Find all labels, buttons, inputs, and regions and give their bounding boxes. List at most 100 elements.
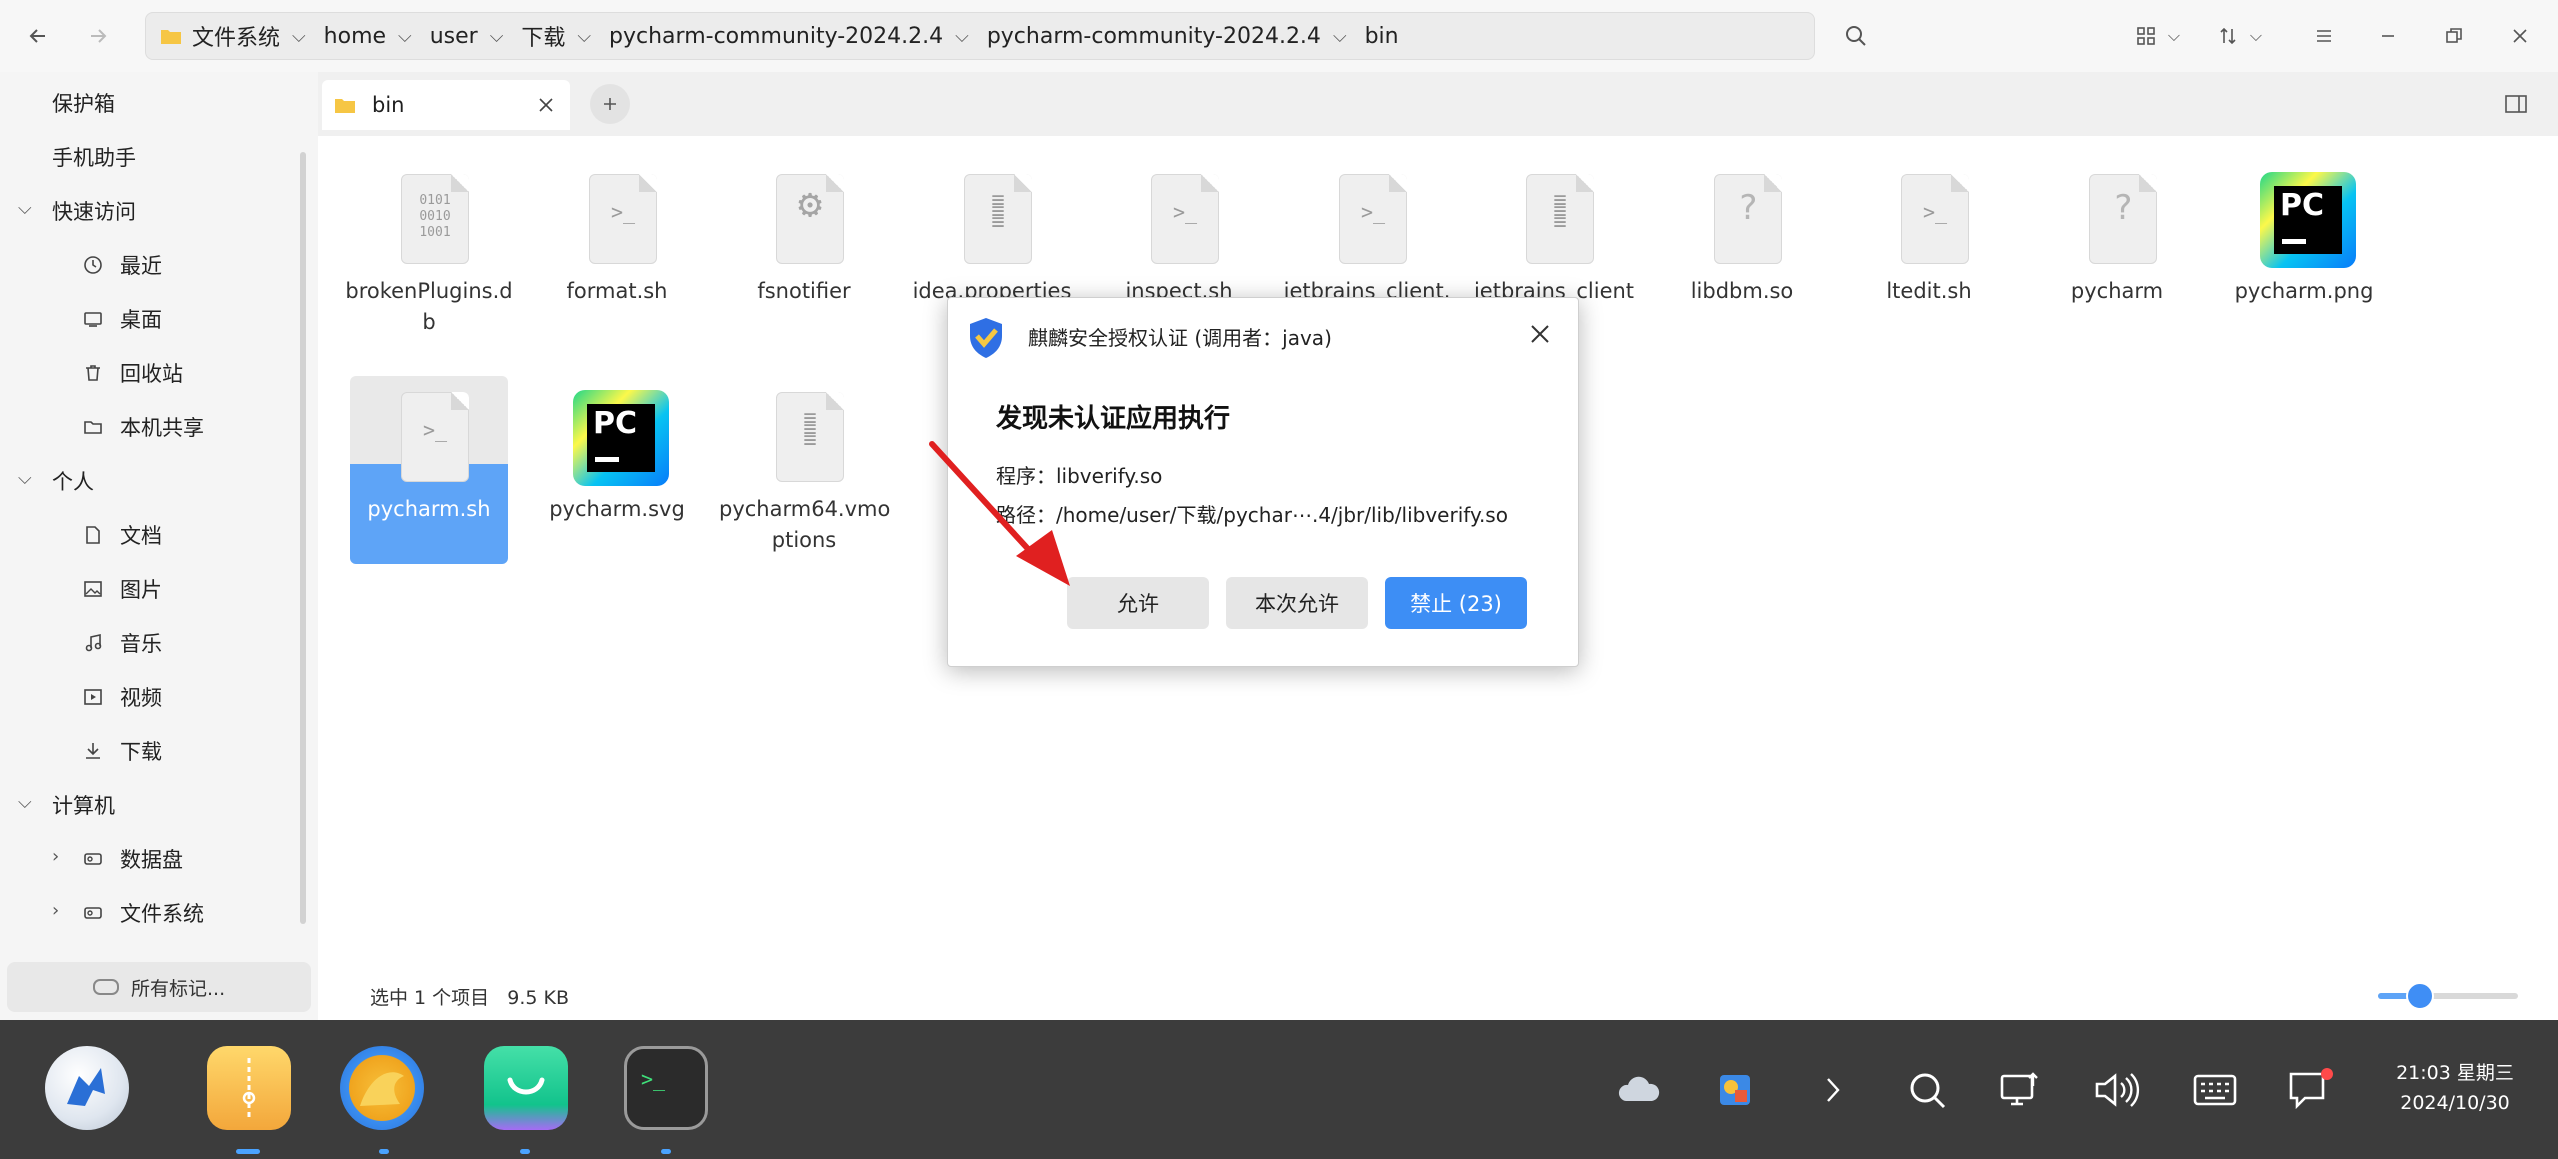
notifications-button[interactable] <box>2286 1068 2336 1110</box>
sidebar-item-shared[interactable]: 本机共享 <box>80 412 204 442</box>
view-mode-button[interactable]: ⌵ <box>2128 18 2188 54</box>
file-item[interactable]: 0101 0010 1001 brokenPlugins.d b <box>344 170 514 338</box>
start-menu-button[interactable] <box>45 1046 129 1130</box>
sidebar-item-trash[interactable]: 回收站 <box>80 358 183 388</box>
forward-button[interactable] <box>78 16 118 56</box>
sidebar-section-personal[interactable]: 个人 <box>52 466 94 496</box>
file-item[interactable]: PC pycharm.png <box>2219 170 2389 307</box>
allow-once-button[interactable]: 本次允许 <box>1226 577 1368 629</box>
disk-icon <box>80 900 106 926</box>
breadcrumb-item-pycharm-1[interactable]: pycharm-community-2024.2.4 ⌵ <box>609 24 969 49</box>
minimize-button[interactable] <box>2368 16 2408 56</box>
chevron-down-icon: ⌵ <box>1332 25 1347 47</box>
file-item[interactable]: >_ jetbrains_client. <box>1282 170 1452 307</box>
breadcrumb-item-home[interactable]: home ⌵ <box>324 24 412 49</box>
breadcrumb-item-downloads[interactable]: 下载 ⌵ <box>521 20 591 52</box>
breadcrumb-item-filesystem[interactable]: 文件系统 ⌵ <box>160 20 306 52</box>
image-icon <box>80 576 106 602</box>
sidebar-item-recent[interactable]: 最近 <box>80 250 162 280</box>
shopping-bag-icon <box>507 1077 545 1095</box>
file-item[interactable]: ⚙ fsnotifier <box>719 170 889 307</box>
unknown-file-icon: ? <box>1692 170 1792 270</box>
chevron-down-icon: ⌵ <box>292 25 306 47</box>
close-tab-icon[interactable] <box>538 97 554 113</box>
zoom-slider-handle[interactable] <box>2406 982 2434 1010</box>
folder-icon <box>335 99 355 113</box>
speaker-icon <box>2095 1073 2140 1107</box>
plus-icon <box>604 98 616 110</box>
menu-button[interactable] <box>2304 16 2344 56</box>
close-icon <box>1531 325 1549 343</box>
keyboard-icon <box>2193 1074 2237 1106</box>
volume-button[interactable] <box>2092 1070 2142 1110</box>
chevron-right-icon[interactable]: › <box>52 900 59 921</box>
deny-button[interactable]: 禁止 (23) <box>1385 577 1527 629</box>
file-item-selected[interactable]: >_ pycharm.sh <box>344 388 514 525</box>
file-item[interactable]: ≡ ≡ ≡ pycharm64.vmo ptions <box>719 388 890 556</box>
taskbar-app-terminal[interactable]: >_ <box>624 1046 708 1130</box>
back-button[interactable] <box>18 16 58 56</box>
detail-panel-toggle[interactable] <box>2498 86 2534 122</box>
file-item[interactable]: PC pycharm.svg <box>532 388 702 525</box>
file-item[interactable]: >_ format.sh <box>532 170 702 307</box>
search-icon <box>1910 1073 1946 1109</box>
sidebar-item-phone-assistant[interactable]: 手机助手 <box>52 142 136 172</box>
tab-bin[interactable]: bin <box>322 80 570 130</box>
binary-file-icon: 0101 0010 1001 <box>379 170 479 270</box>
sidebar-item-vault[interactable]: 保护箱 <box>52 88 115 118</box>
breadcrumb-item-user[interactable]: user ⌵ <box>430 24 504 49</box>
keyboard-button[interactable] <box>2190 1070 2240 1110</box>
file-item[interactable]: ? libdbm.so <box>1657 170 1827 307</box>
taskbar-app-store[interactable] <box>484 1046 568 1130</box>
sidebar-section-quick-access[interactable]: 快速访问 <box>52 196 136 226</box>
sort-icon <box>2220 27 2236 45</box>
file-item[interactable]: ≡ ≡ ≡ idea.properties <box>907 170 1077 307</box>
sidebar-scrollbar[interactable] <box>300 152 306 924</box>
chevron-down-icon[interactable]: ⌵ <box>18 792 32 813</box>
taskbar-app-browser[interactable] <box>340 1046 424 1130</box>
breadcrumb-item-pycharm-2[interactable]: pycharm-community-2024.2.4 ⌵ <box>987 24 1347 49</box>
breadcrumb-item-bin[interactable]: bin <box>1365 24 1399 49</box>
tray-expand-button[interactable] <box>1808 1070 1858 1110</box>
sidebar-item-filesystem[interactable]: 文件系统 <box>80 898 204 928</box>
file-item[interactable]: >_ ltedit.sh <box>1844 170 2014 307</box>
sidebar-item-downloads[interactable]: 下载 <box>80 736 162 766</box>
chevron-down-icon[interactable]: ⌵ <box>18 468 32 489</box>
sidebar-item-documents[interactable]: 文档 <box>80 520 162 550</box>
clock[interactable]: 21:03 星期三 2024/10/30 <box>2380 1058 2530 1118</box>
sidebar-item-music[interactable]: 音乐 <box>80 628 162 658</box>
search-button[interactable] <box>1836 16 1876 56</box>
maximize-button[interactable] <box>2434 16 2474 56</box>
download-icon <box>80 738 106 764</box>
new-tab-button[interactable] <box>590 84 630 124</box>
sidebar: 保护箱 手机助手 ⌵ 快速访问 最近 桌面 回收站 本机共享 ⌵ 个人 文档 图… <box>0 72 318 1020</box>
breadcrumb[interactable]: 文件系统 ⌵ home ⌵ user ⌵ 下载 ⌵ pycharm-community-… <box>145 12 1815 60</box>
desktop-icon <box>80 306 106 332</box>
search-tray-button[interactable] <box>1902 1070 1952 1110</box>
grid-icon <box>2137 27 2155 45</box>
taskbar-app-file-manager[interactable] <box>207 1046 291 1130</box>
annotation-arrow-icon <box>929 441 1070 586</box>
chevron-down-icon[interactable]: ⌵ <box>18 198 32 219</box>
file-item[interactable]: ? pycharm <box>2032 170 2202 307</box>
dialog-close-button[interactable] <box>1520 314 1560 354</box>
script-icon: >_ <box>1129 170 1229 270</box>
sidebar-item-data-disk[interactable]: 数据盘 <box>80 844 183 874</box>
sidebar-item-videos[interactable]: 视频 <box>80 682 162 712</box>
chevron-right-icon[interactable]: › <box>52 846 59 867</box>
network-button[interactable] <box>1996 1070 2046 1110</box>
terminal-prompt-icon: >_ <box>641 1067 666 1091</box>
close-window-button[interactable] <box>2500 16 2540 56</box>
all-tags-button[interactable]: 所有标记... <box>7 962 311 1012</box>
file-item[interactable]: >_ inspect.sh <box>1094 170 1264 307</box>
weather-button[interactable] <box>1710 1070 1760 1110</box>
trash-icon <box>80 360 106 386</box>
sidebar-section-computer[interactable]: 计算机 <box>52 790 115 820</box>
sort-button[interactable]: ⌵ <box>2210 18 2270 54</box>
sidebar-item-desktop[interactable]: 桌面 <box>80 304 162 334</box>
sidebar-item-pictures[interactable]: 图片 <box>80 574 162 604</box>
cloud-sync-button[interactable] <box>1614 1070 1664 1110</box>
chevron-down-icon: ⌵ <box>398 25 412 47</box>
script-icon: >_ <box>1879 170 1979 270</box>
text-file-icon: ≡ ≡ ≡ <box>1504 170 1604 270</box>
